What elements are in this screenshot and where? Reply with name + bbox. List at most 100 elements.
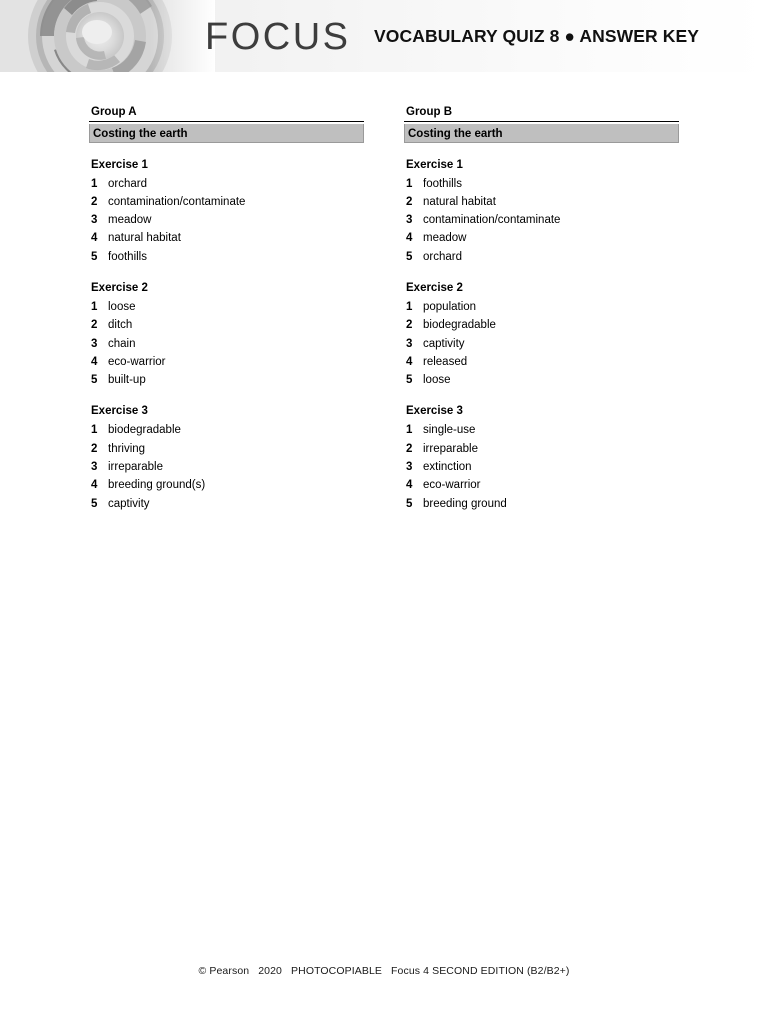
answer-text: orchard xyxy=(108,177,147,190)
answer-column-group-b: Group B Costing the earth Exercise 1 1 f… xyxy=(404,72,679,513)
topic-band-b: Costing the earth xyxy=(404,123,679,143)
answer-row: 5 breeding ground xyxy=(404,495,679,513)
answer-row: 1 orchard xyxy=(89,175,364,193)
answer-row: 4 eco-warrior xyxy=(404,476,679,494)
brand-wordmark: FOCUS xyxy=(205,16,351,58)
page-footer: © Pearson 2020 PHOTOCOPIABLE Focus 4 SEC… xyxy=(0,965,768,977)
exercise-block: Exercise 3 1 single-use 2 irreparable 3 … xyxy=(404,404,679,512)
answer-text: eco-warrior xyxy=(108,355,166,368)
answer-number: 2 xyxy=(406,319,413,332)
answer-number: 4 xyxy=(406,479,413,492)
page-header: FOCUS VOCABULARY QUIZ 8 ● ANSWER KEY xyxy=(0,0,768,72)
exercise-title: Exercise 2 xyxy=(91,281,148,294)
answer-text: captivity xyxy=(423,337,465,350)
footer-year: 2020 xyxy=(258,965,282,977)
answer-number: 4 xyxy=(91,355,98,368)
answer-row: 3 irreparable xyxy=(89,458,364,476)
page-title: VOCABULARY QUIZ 8 ● ANSWER KEY xyxy=(374,26,700,46)
answer-text: loose xyxy=(108,300,136,313)
answer-text: foothills xyxy=(108,250,147,263)
answer-text: chain xyxy=(108,337,136,350)
answer-number: 4 xyxy=(91,232,98,245)
group-label-a: Group A xyxy=(91,106,137,118)
answer-row: 2 ditch xyxy=(89,316,364,334)
exercise-title: Exercise 1 xyxy=(406,158,463,171)
answer-number: 1 xyxy=(91,177,98,190)
answer-text: ditch xyxy=(108,319,133,332)
answer-text: thriving xyxy=(108,442,146,455)
answer-text: eco-warrior xyxy=(423,479,481,492)
answer-number: 1 xyxy=(406,424,413,437)
answer-text: natural habitat xyxy=(108,232,181,245)
answer-row: 4 eco-warrior xyxy=(89,353,364,371)
answer-text: foothills xyxy=(423,177,462,190)
answer-text: population xyxy=(423,300,477,313)
answer-row: 3 chain xyxy=(89,335,364,353)
answer-row: 4 breeding ground(s) xyxy=(89,476,364,494)
exercise-block: Exercise 1 1 orchard 2 contamination/con… xyxy=(89,158,364,266)
answer-number: 1 xyxy=(91,424,98,437)
answer-row: 3 meadow xyxy=(89,211,364,229)
answer-text: built-up xyxy=(108,374,146,387)
answer-text: meadow xyxy=(423,232,467,245)
group-rule-a xyxy=(89,121,364,122)
answer-row: 1 loose xyxy=(89,298,364,316)
answer-text: orchard xyxy=(423,250,462,263)
answer-number: 2 xyxy=(91,195,98,208)
answer-text: contamination/contaminate xyxy=(108,195,246,208)
exercise-title: Exercise 1 xyxy=(91,158,148,171)
answer-number: 5 xyxy=(91,374,98,387)
exercise-title: Exercise 3 xyxy=(406,405,463,418)
answer-number: 3 xyxy=(91,461,98,474)
answer-row: 2 contamination/contaminate xyxy=(89,193,364,211)
answer-number: 5 xyxy=(91,497,98,510)
exercise-block: Exercise 1 1 foothills 2 natural habitat… xyxy=(404,158,679,266)
answer-number: 2 xyxy=(406,195,413,208)
answer-number: 2 xyxy=(91,319,98,332)
footer-photocopiable: PHOTOCOPIABLE xyxy=(291,965,382,977)
answer-number: 4 xyxy=(406,232,413,245)
answer-text: contamination/contaminate xyxy=(423,214,561,227)
answer-text: captivity xyxy=(108,497,150,510)
group-rule-b xyxy=(404,121,679,122)
answer-row: 4 meadow xyxy=(404,229,679,247)
answer-number: 3 xyxy=(91,337,98,350)
answer-number: 2 xyxy=(406,442,413,455)
exercise-block: Exercise 3 1 biodegradable 2 thriving 3 … xyxy=(89,404,364,512)
answer-row: 5 orchard xyxy=(404,248,679,266)
answer-row: 3 contamination/contaminate xyxy=(404,211,679,229)
answer-row: 1 population xyxy=(404,298,679,316)
answer-row: 5 captivity xyxy=(89,495,364,513)
answer-text: single-use xyxy=(423,424,476,437)
answer-row: 4 natural habitat xyxy=(89,229,364,247)
answer-number: 5 xyxy=(406,497,413,510)
answer-number: 1 xyxy=(406,300,413,313)
answer-text: extinction xyxy=(423,461,472,474)
exercise-block: Exercise 2 1 population 2 biodegradable … xyxy=(404,281,679,389)
footer-edition: Focus 4 SECOND EDITION (B2/B2+) xyxy=(391,965,570,977)
answer-row: 5 loose xyxy=(404,371,679,389)
answer-number: 3 xyxy=(406,214,413,227)
answer-row: 2 biodegradable xyxy=(404,316,679,334)
answer-text: natural habitat xyxy=(423,195,496,208)
answer-row: 2 irreparable xyxy=(404,440,679,458)
answer-number: 4 xyxy=(406,355,413,368)
answer-row: 2 natural habitat xyxy=(404,193,679,211)
answer-text: breeding ground xyxy=(423,497,507,510)
footer-copyright: © Pearson xyxy=(198,965,250,977)
answer-number: 5 xyxy=(91,250,98,263)
answer-text: irreparable xyxy=(423,442,478,455)
answer-text: meadow xyxy=(108,214,152,227)
exercise-block: Exercise 2 1 loose 2 ditch 3 chain 4 eco… xyxy=(89,281,364,389)
answer-row: 1 single-use xyxy=(404,421,679,439)
answer-row: 4 released xyxy=(404,353,679,371)
answer-text: biodegradable xyxy=(108,424,181,437)
answer-row: 2 thriving xyxy=(89,440,364,458)
answer-row: 1 biodegradable xyxy=(89,421,364,439)
answer-number: 3 xyxy=(406,461,413,474)
answer-text: breeding ground(s) xyxy=(108,479,206,492)
answer-number: 2 xyxy=(91,442,98,455)
group-label-b: Group B xyxy=(406,106,452,118)
answer-row: 3 extinction xyxy=(404,458,679,476)
topic-band-a: Costing the earth xyxy=(89,123,364,143)
